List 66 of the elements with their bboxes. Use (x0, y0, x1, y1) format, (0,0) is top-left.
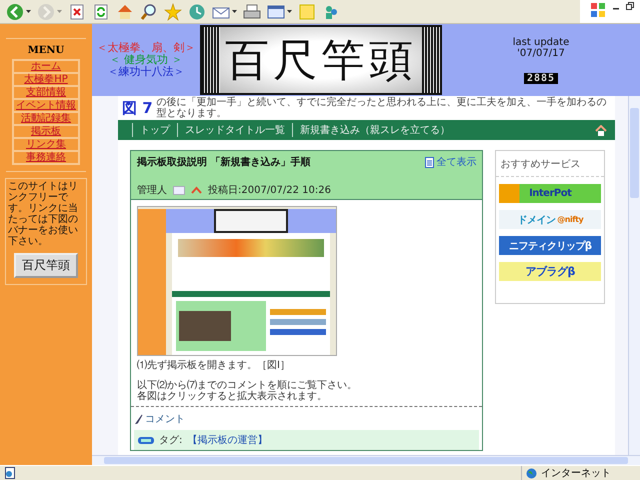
tag-icon (138, 436, 154, 444)
pencil-icon (135, 414, 143, 424)
show-all-link[interactable]: 全て表示 (425, 155, 476, 169)
menu-link[interactable]: ホーム (13, 60, 79, 73)
post-text: ⑴先ず掲示板を開きます。［図Ⅰ］ (137, 360, 291, 371)
nav-link[interactable]: 新規書き込み（親スレを立てる） (292, 123, 457, 137)
home-icon[interactable] (595, 124, 607, 136)
site-banner[interactable]: 百尺竿頭 (14, 253, 78, 278)
logo-text: 百尺竿頭 (225, 34, 417, 88)
author-name: 管理人 (137, 184, 167, 197)
menu-link[interactable]: 活動記録集 (13, 112, 79, 125)
nav-link[interactable]: トップ (132, 123, 177, 137)
document-icon (425, 156, 434, 168)
figure-label: 図 7 (122, 98, 153, 118)
edit-icon (267, 2, 285, 20)
nav-link[interactable]: スレッドタイトル一覧 (177, 123, 292, 137)
restore-icon[interactable] (626, 2, 634, 10)
favorites-icon (164, 2, 182, 20)
caret-icon[interactable] (232, 10, 237, 13)
zone-label: インターネット (541, 467, 611, 480)
scroll-roller (202, 27, 220, 93)
style-label: ＜太極拳、扇、剣＞ (96, 42, 196, 54)
scroll-roller (422, 27, 440, 93)
comment-link[interactable]: コメント (135, 412, 185, 426)
menu-link[interactable]: リンク集 (13, 138, 79, 151)
vertical-scrollbar[interactable] (628, 96, 640, 455)
visit-counter: 2885 (524, 72, 558, 84)
note-icon (298, 2, 316, 20)
ad-banner[interactable]: ドメイン @nifty (499, 210, 602, 229)
print-icon (243, 2, 261, 20)
home-icon[interactable] (191, 186, 202, 194)
horizontal-scrollbar[interactable] (92, 455, 640, 465)
tag-label: タグ: (159, 434, 182, 447)
stop-icon (68, 2, 86, 20)
menu-link[interactable]: 事務連絡 (13, 151, 79, 164)
style-label: ＜ 健身気功 ＞ (110, 54, 182, 66)
menu-title: MENU (28, 45, 64, 56)
ad-banner[interactable]: InterPot (499, 184, 602, 203)
forward-icon (37, 2, 55, 20)
search-icon (140, 2, 158, 20)
update-label: last update (512, 36, 570, 48)
ad-banner[interactable]: アブラグβ (499, 262, 602, 281)
ad-banner[interactable]: ニフティクリップβ (499, 236, 602, 255)
refresh-icon (92, 2, 110, 20)
history-icon (188, 2, 206, 20)
mail-icon[interactable] (173, 186, 185, 194)
home-icon (116, 2, 134, 20)
caret-icon[interactable] (287, 10, 292, 13)
menu-link[interactable]: 支部情報 (13, 86, 79, 99)
update-date: '07/07/17 (517, 48, 565, 58)
globe-icon (526, 468, 537, 478)
notice-text: このサイトはリンクフリーです。リンクに当たっては下図のバナーをお使い下さい。 (8, 181, 79, 247)
menu-link[interactable]: 掲示板 (13, 125, 79, 138)
back-icon (6, 2, 24, 20)
style-label: ＜練功十八法＞ (108, 66, 184, 78)
screenshot-thumbnail[interactable] (137, 206, 337, 356)
services-title: おすすめサービス (496, 151, 604, 177)
menu-link[interactable]: イベント情報 (13, 99, 79, 112)
windows-logo-icon (590, 2, 606, 18)
post-date: 投稿日:2007/07/22 10:26 (208, 184, 332, 197)
caret-icon[interactable] (26, 10, 31, 13)
post-text: 以下⑵から⑺までのコメントを順にご覧下さい。 各図はクリックすると拡大表示されます。 (137, 380, 358, 402)
menu-link[interactable]: 太極拳HP (13, 73, 79, 86)
post-title: 掲示板取扱説明 「新規書き込み」手順 (137, 155, 310, 169)
tag-link[interactable]: 【掲示板の運営】 (187, 433, 268, 447)
body-text: の後に「更加一手」と続いて、すでに完全だったと思われる上に、更に工夫を加え、一手を加わるの型となります。 (156, 97, 608, 119)
